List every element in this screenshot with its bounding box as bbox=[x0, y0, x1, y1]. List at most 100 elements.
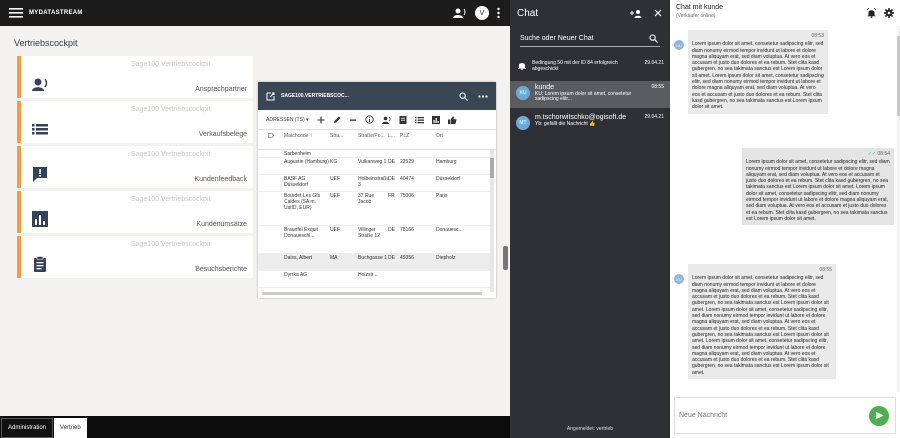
cockpit-area: Vertriebscockpit Sage100.Vertriebscockpi… bbox=[0, 26, 510, 416]
send-button[interactable] bbox=[869, 405, 889, 426]
message-time: ✓✓ 08:54 bbox=[867, 151, 890, 157]
chat-title: Chat bbox=[517, 7, 539, 19]
contact-voice-icon[interactable] bbox=[381, 116, 391, 124]
grid-toolbar: ADRESSEN (TS) ▾ bbox=[258, 110, 496, 130]
bell-icon bbox=[518, 63, 526, 70]
tab-administration[interactable]: Administration bbox=[1, 418, 54, 438]
message-list: KU 08:53 Lorem ipsum dolor sit amet, con… bbox=[670, 26, 898, 392]
page-title: Vertriebscockpit bbox=[14, 38, 78, 48]
tile-besuchsberichte[interactable]: Sage100.Vertriebscockpit Besuchsberichte bbox=[17, 236, 253, 278]
table-row[interactable]: BASF AG Düsseldorf UEF Holbeinstraße 3 DE 40… bbox=[258, 175, 490, 192]
tile-subtitle: Sage100.Vertriebscockpit bbox=[131, 196, 211, 203]
tile-kundenumsaetze[interactable]: Sage100.Vertriebscockpit Kundenumsätze bbox=[17, 191, 253, 233]
chat-search-field[interactable]: Suche oder Neuer Chat bbox=[520, 30, 660, 47]
menu-icon[interactable] bbox=[9, 8, 23, 18]
conversation-item-tschorwitschko[interactable]: MT m.tschorwitschko@ogisoft.de Yb: gefäl… bbox=[510, 111, 670, 138]
message-incoming: 08:55 Lorem ipsum dolor sit amet, conset… bbox=[688, 264, 836, 380]
cell: 78166 bbox=[400, 227, 414, 233]
cell: 49356 bbox=[400, 255, 414, 261]
table-row[interactable]: Sarbenheim bbox=[258, 150, 490, 158]
col-header[interactable]: L... bbox=[388, 133, 400, 139]
col-header[interactable]: PLZ bbox=[400, 133, 436, 139]
cell: Holbeinstraße 3 bbox=[358, 176, 388, 188]
grid-header: SAGE100.VERTRIEBSCOC... bbox=[258, 82, 496, 110]
info-icon[interactable] bbox=[364, 115, 374, 124]
tile-subtitle: Sage100.Vertriebscockpit bbox=[131, 61, 211, 68]
app-root: MYDATASTREAM V Vertriebscockpit Sage100.… bbox=[0, 0, 900, 438]
bar-chart-icon[interactable] bbox=[431, 115, 440, 124]
col-header[interactable]: Stra... bbox=[330, 133, 358, 139]
conversation-preview: KU: Lorem ipsum dolor sit amet, consetet… bbox=[535, 91, 632, 102]
cell: Sarbenheim bbox=[284, 151, 311, 157]
thumb-up-icon[interactable] bbox=[447, 115, 457, 124]
cell: 75006 bbox=[400, 193, 414, 199]
open-external-icon[interactable] bbox=[266, 92, 275, 101]
conversation-header: Chat mit kunde (Verkäufer online) bbox=[670, 0, 900, 26]
conversation-subtitle: (Verkäufer online) bbox=[676, 13, 716, 19]
conversation-time: 29.04.21 bbox=[644, 114, 664, 120]
clipboard-icon[interactable] bbox=[399, 115, 407, 124]
grid-body: Sarbenheim Augustin (Hamburg) KG Vulkanweg… bbox=[258, 150, 490, 290]
close-icon[interactable] bbox=[654, 9, 662, 17]
cell: Bourdet Les Gîs Caldes (SA m. UstID, EUR… bbox=[284, 193, 321, 211]
delete-icon[interactable] bbox=[349, 116, 357, 124]
message-composer bbox=[674, 397, 896, 434]
user-avatar[interactable]: V bbox=[475, 6, 489, 20]
notification-bell-icon[interactable] bbox=[867, 8, 876, 18]
table-row[interactable]: Bourdet Les Gîs Caldes (SA m. UstID, EUR… bbox=[258, 192, 490, 226]
avatar: KU bbox=[516, 86, 530, 100]
tile-kundenfeedback[interactable]: Sage100.Vertriebscockpit Kundenfeedback bbox=[17, 146, 253, 188]
gear-icon[interactable] bbox=[884, 8, 894, 18]
table-row[interactable]: Braunfel Exquit Donaueschi... UEF Villinge… bbox=[258, 226, 490, 254]
message-text: Lorem ipsum dolor sit amet, consetetur s… bbox=[692, 275, 829, 376]
cell: DE bbox=[388, 159, 395, 165]
edit-icon[interactable] bbox=[333, 116, 341, 124]
more-horiz-icon[interactable] bbox=[478, 94, 488, 98]
tile-label: Kundenumsätze bbox=[196, 221, 247, 228]
col-header[interactable]: Straße/Po... bbox=[358, 133, 388, 139]
top-bar: MYDATASTREAM V bbox=[0, 0, 510, 26]
conversation-item-kunde[interactable]: KU kunde KU: Lorem ipsum dolor sit amet,… bbox=[510, 81, 670, 108]
tab-vertrieb[interactable]: Vertrieb bbox=[54, 418, 87, 438]
table-row[interactable]: Augustin (Hamburg) KG Vulkanweg 1 DE 22529 Ha… bbox=[258, 158, 490, 175]
notification-time: 29.04.21 bbox=[644, 60, 664, 66]
conversation-title: Chat mit kunde bbox=[676, 4, 724, 11]
avatar: KU bbox=[674, 274, 684, 284]
table-row[interactable]: Dyrrka AG Holzstr... bbox=[258, 271, 490, 288]
message-outgoing: ✓✓ 08:54 Lorem ipsum dolor sit amet, con… bbox=[742, 148, 894, 226]
cell: MA bbox=[330, 255, 338, 261]
grid-horizontal-scrollbar[interactable] bbox=[262, 292, 482, 295]
search-icon[interactable] bbox=[649, 33, 658, 43]
dataset-selector[interactable]: ADRESSEN (TS) ▾ bbox=[266, 117, 309, 123]
bottom-tabs: Administration Vertrieb bbox=[0, 416, 510, 438]
tile-verkaufsbelege[interactable]: Sage100.Vertriebscockpit Verkaufsbelege bbox=[17, 101, 253, 143]
chat-search-input[interactable]: Suche oder Neuer Chat bbox=[520, 35, 594, 42]
list-icon[interactable] bbox=[414, 116, 424, 124]
conversation-time: 08:55 bbox=[651, 84, 664, 90]
tile-label: Kundenfeedback bbox=[194, 176, 247, 183]
col-header[interactable]: Ort bbox=[436, 133, 476, 139]
more-vert-icon[interactable] bbox=[497, 7, 500, 19]
col-header[interactable]: Matchcode ↑ bbox=[284, 133, 330, 139]
tile-ansprechpartner[interactable]: Sage100.Vertriebscockpit Ansprechpartner bbox=[17, 56, 253, 98]
cell: Augustin (Hamburg) bbox=[284, 159, 329, 165]
message-time: 08:53 bbox=[811, 33, 824, 39]
col-select[interactable] bbox=[258, 133, 284, 138]
add-group-icon[interactable] bbox=[630, 9, 642, 18]
chat-notification[interactable]: Bedingung 50 mit der ID 84 erfolgreich a… bbox=[510, 56, 670, 80]
chat-header: Chat bbox=[510, 0, 670, 26]
grid-scrollbar[interactable] bbox=[490, 150, 494, 292]
cell: Dyrrka AG bbox=[284, 272, 308, 278]
new-message-input[interactable] bbox=[679, 412, 859, 419]
add-icon[interactable] bbox=[317, 116, 325, 124]
cell: DE bbox=[388, 255, 395, 261]
voice-icon[interactable] bbox=[453, 7, 467, 19]
table-row[interactable]: Daiss, Albert MA Buchgasse 1 DE 49356 Diephol… bbox=[258, 254, 490, 271]
cell: Buchgasse 1 bbox=[358, 255, 387, 261]
cell: DE bbox=[388, 227, 395, 233]
message-text: Lorem ipsum dolor sit amet, consetetur s… bbox=[746, 159, 890, 222]
search-icon[interactable] bbox=[459, 91, 468, 101]
cell: Daiss, Albert bbox=[284, 255, 313, 261]
label-icon bbox=[268, 133, 274, 138]
panel-splitter-handle[interactable] bbox=[503, 246, 508, 270]
